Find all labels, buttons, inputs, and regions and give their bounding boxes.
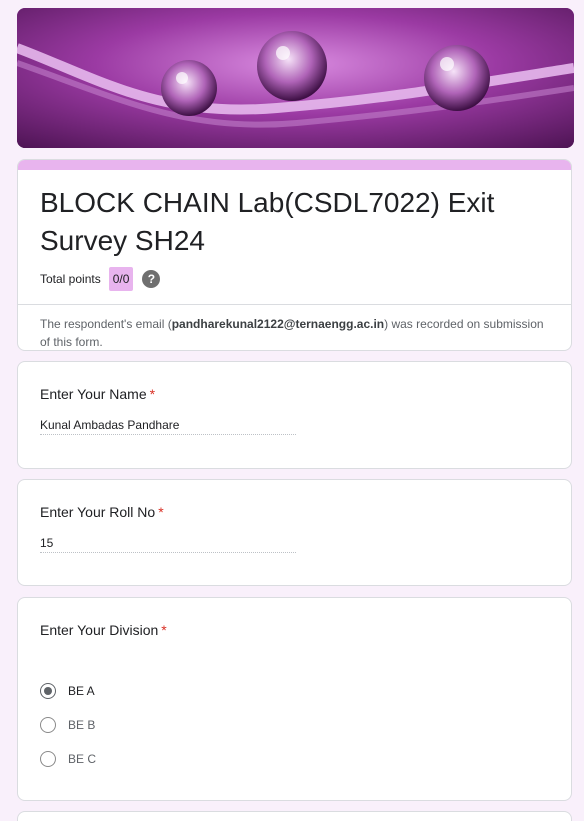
question-title-text: Enter Your Roll No xyxy=(40,504,156,520)
question-title-text: Enter Your Name xyxy=(40,386,147,402)
header-divider xyxy=(18,304,571,305)
header-banner-image xyxy=(17,8,574,148)
total-points-badge: 0/0 xyxy=(108,267,134,291)
radio-button[interactable] xyxy=(40,751,56,767)
total-points-row: Total points 0/0 ? xyxy=(40,266,549,292)
radio-option-be-c[interactable]: BE C xyxy=(40,742,549,776)
radio-dot xyxy=(44,687,52,695)
question-card-name: Enter Your Name * Kunal Ambadas Pandhare xyxy=(17,361,572,469)
question-card-roll-no: Enter Your Roll No * 15 xyxy=(17,479,572,586)
required-asterisk: * xyxy=(158,504,164,520)
question-title: Enter Your Roll No * xyxy=(40,504,549,520)
radio-button-checked[interactable] xyxy=(40,683,56,699)
required-asterisk: * xyxy=(161,622,167,638)
name-input[interactable]: Kunal Ambadas Pandhare xyxy=(40,418,296,435)
form-page: BLOCK CHAIN Lab(CSDL7022) Exit Survey SH… xyxy=(0,0,584,821)
radio-option-be-a[interactable]: BE A xyxy=(40,674,549,708)
question-title: Enter Your Name * xyxy=(40,386,549,402)
radio-option-label: BE C xyxy=(68,752,97,766)
question-card-next xyxy=(17,811,572,821)
required-asterisk: * xyxy=(149,386,156,402)
radio-button[interactable] xyxy=(40,717,56,733)
form-header-card: BLOCK CHAIN Lab(CSDL7022) Exit Survey SH… xyxy=(17,159,572,351)
question-title-text: Enter Your Division xyxy=(40,622,159,638)
total-points-label: Total points xyxy=(40,272,101,286)
radio-option-label: BE A xyxy=(68,684,95,698)
roll-no-input[interactable]: 15 xyxy=(40,536,296,553)
email-note-prefix: The respondent's email ( xyxy=(40,317,172,331)
respondent-email: pandharekunal2122@ternaengg.ac.in xyxy=(171,317,385,331)
question-card-division: Enter Your Division * BE A BE B BE C xyxy=(17,597,572,801)
question-mark-icon[interactable]: ? xyxy=(142,270,161,288)
question-title: Enter Your Division * xyxy=(40,622,549,638)
header-accent-bar xyxy=(18,160,571,170)
email-recorded-note: The respondent's email (pandharekunal212… xyxy=(40,315,549,350)
radio-option-be-b[interactable]: BE B xyxy=(40,708,549,742)
form-title: BLOCK CHAIN Lab(CSDL7022) Exit Survey SH… xyxy=(40,187,495,256)
division-radio-group: BE A BE B BE C xyxy=(40,674,549,776)
radio-option-label: BE B xyxy=(68,718,96,732)
